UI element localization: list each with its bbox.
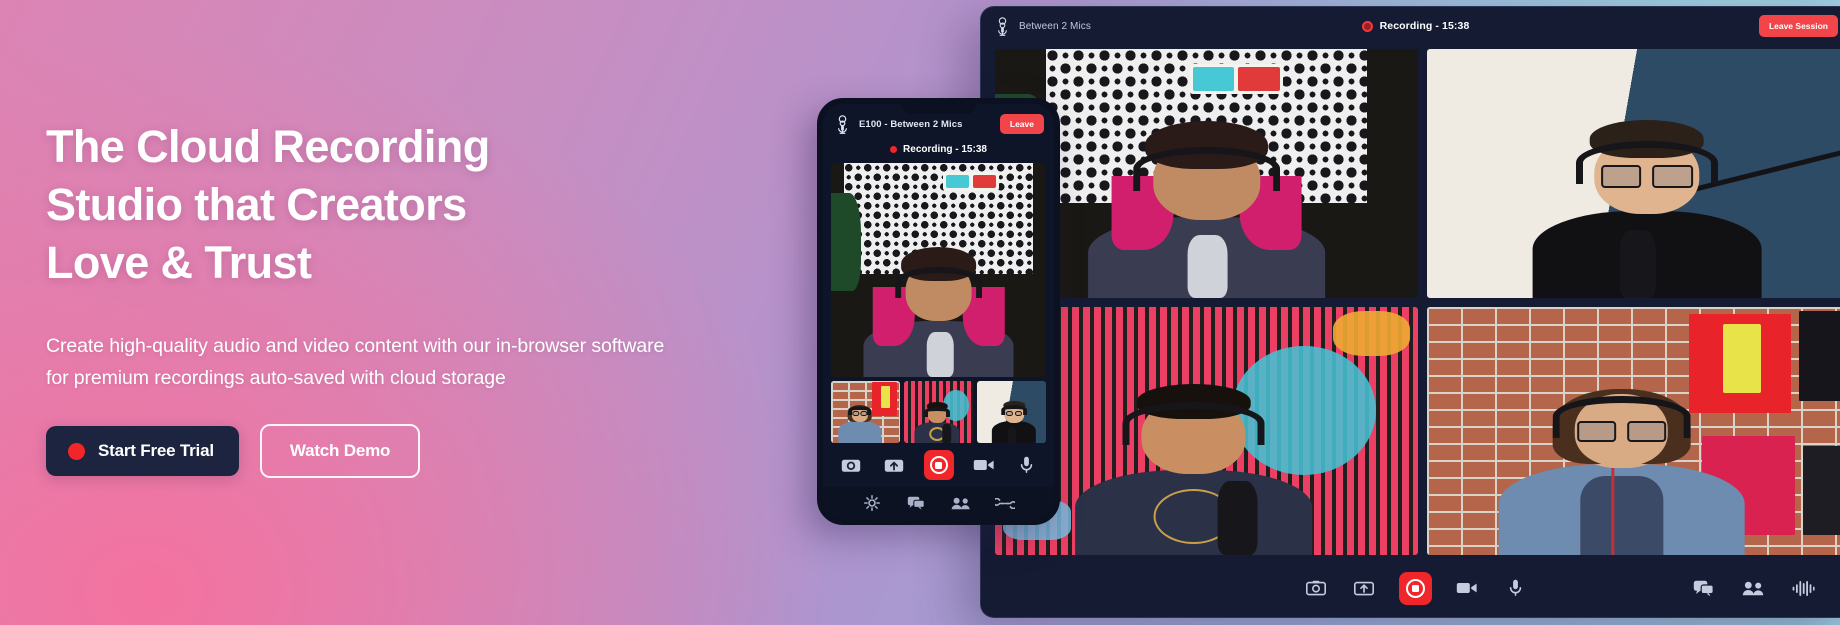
mobile-recording-status: Recording - 15:38 [823,144,1054,163]
desktop-session-title: Between 2 Mics [1019,20,1091,32]
participants-icon[interactable] [1740,575,1766,601]
video-tile-participant-4[interactable] [1427,306,1840,555]
thumbnail-1-video [831,381,900,443]
record-icon [929,456,948,474]
desktop-brand: Between 2 Mics [995,16,1091,36]
start-free-trial-button[interactable]: Start Free Trial [46,426,239,476]
mobile-thumbnail-3[interactable] [977,381,1046,443]
mobile-thumbnail-1[interactable] [831,381,900,443]
start-free-trial-label: Start Free Trial [98,441,214,460]
participant-2-video [1427,49,1840,298]
mobile-session-title: E100 - Between 2 Mics [859,118,963,130]
hero-section: The Cloud Recording Studio that Creators… [0,0,1840,625]
screenshot-icon[interactable] [838,452,864,478]
chat-icon[interactable] [1690,575,1716,601]
desktop-top-bar: Between 2 Mics Recording - 15:38 Leave S… [981,7,1840,45]
thumbnail-3-video [977,381,1046,443]
video-camera-icon[interactable] [1454,575,1480,601]
audio-waveform-icon[interactable] [1790,575,1816,601]
watch-demo-button[interactable]: Watch Demo [259,424,421,478]
upload-icon[interactable] [881,452,907,478]
page-title: The Cloud Recording Studio that Creators… [46,121,490,288]
hero-copy: The Cloud Recording Studio that Creators… [46,118,706,478]
mobile-active-speaker-video [831,163,1046,377]
record-icon [1406,578,1425,598]
desktop-side-controls [1690,575,1816,601]
mobile-active-speaker-tile[interactable] [831,163,1046,377]
recording-indicator-icon [890,146,898,153]
record-button[interactable] [1399,571,1432,605]
upload-icon[interactable] [1351,575,1377,601]
desktop-bottom-bar [981,559,1840,617]
record-button[interactable] [923,450,954,480]
desktop-recording-timer: Recording - 15:38 [1379,20,1470,32]
thumbnail-2-video [904,381,973,443]
video-tile-participant-2[interactable] [1427,49,1840,298]
link-icon[interactable] [995,493,1016,513]
mobile-recording-timer: Recording - 15:38 [903,144,987,155]
leave-button[interactable]: Leave [999,114,1044,134]
mobile-thumbnail-2[interactable] [904,381,973,443]
leave-session-button[interactable]: Leave Session [1758,15,1838,37]
mobile-media-controls [823,443,1054,487]
phone-notch [901,104,976,114]
hero-subheadline: Create high-quality audio and video cont… [46,335,665,389]
desktop-video-grid [981,45,1840,559]
recording-indicator-icon [1361,20,1373,32]
mobile-app-device: E100 - Between 2 Mics Leave Recording - … [817,98,1060,525]
microphone-logo-icon [835,114,850,134]
desktop-recording-status: Recording - 15:38 [981,20,1840,32]
chat-icon[interactable] [906,493,926,513]
microphone-icon[interactable] [1502,575,1528,601]
microphone-logo-icon [995,16,1010,36]
participant-4-video [1427,306,1840,555]
microphone-icon[interactable] [1014,452,1040,478]
record-dot-icon [68,442,85,460]
participants-icon[interactable] [951,493,971,513]
video-camera-icon[interactable] [971,452,997,478]
settings-icon[interactable] [862,493,882,513]
desktop-app-window: Between 2 Mics Recording - 15:38 Leave S… [980,6,1840,618]
mobile-bottom-nav [823,487,1054,519]
mobile-thumbnail-strip [831,381,1046,443]
screenshot-icon[interactable] [1303,575,1329,601]
cta-button-row: Start Free Trial Watch Demo [46,424,706,478]
